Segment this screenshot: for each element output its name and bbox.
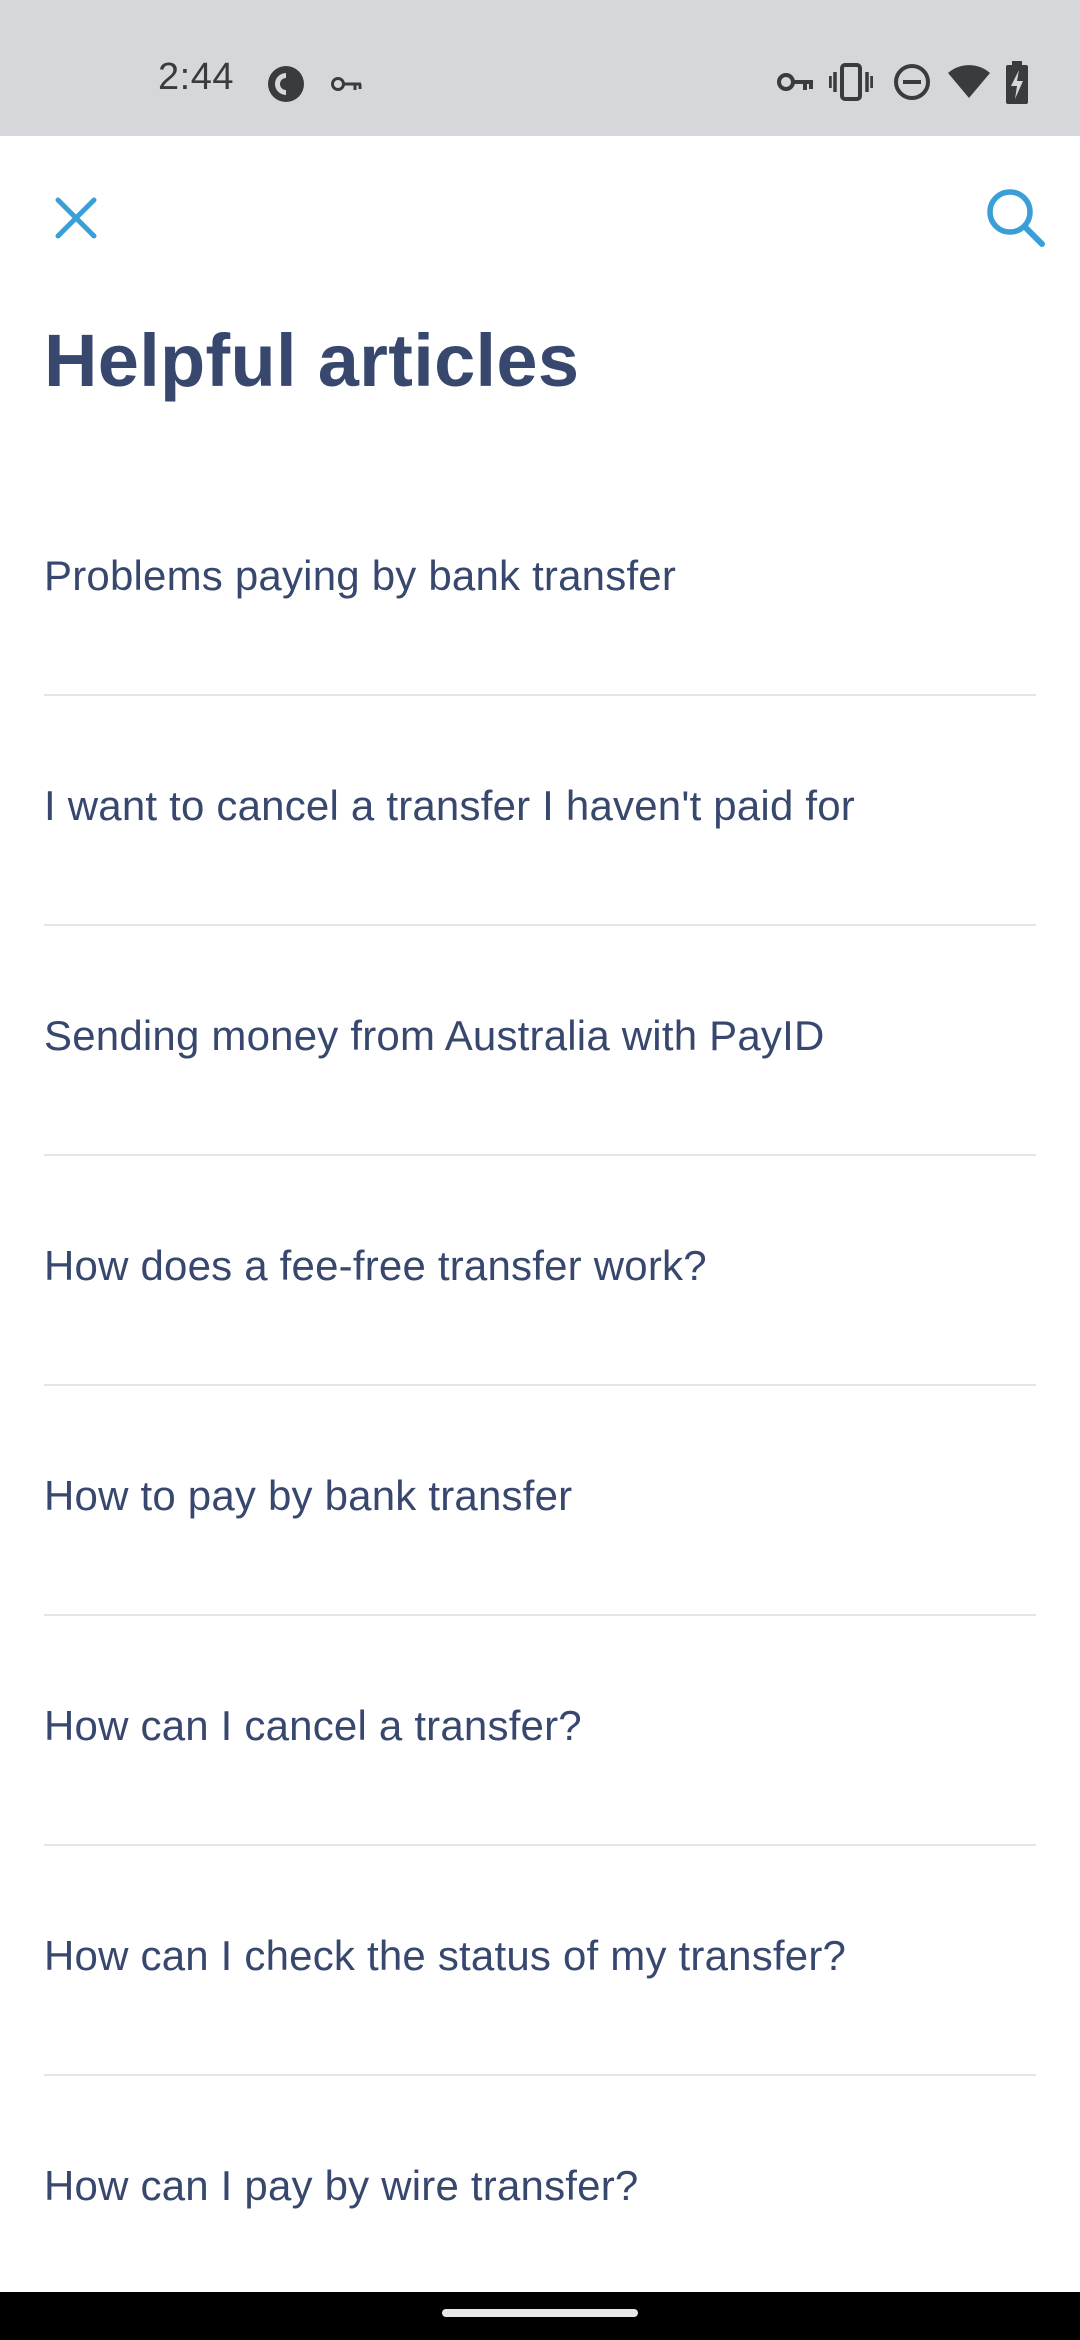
- article-item[interactable]: How to pay by bank transfer: [44, 1386, 1036, 1616]
- search-button[interactable]: [978, 180, 1054, 256]
- search-icon: [986, 188, 1046, 248]
- article-label: I want to cancel a transfer I haven't pa…: [44, 782, 855, 829]
- article-label: How can I check the status of my transfe…: [44, 1932, 847, 1979]
- article-item[interactable]: Problems paying by bank transfer: [44, 466, 1036, 696]
- article-item[interactable]: How can I pay by wire transfer?: [44, 2076, 1036, 2306]
- home-indicator[interactable]: [442, 2309, 638, 2317]
- help-articles-screen: Helpful articles Problems paying by bank…: [0, 136, 1080, 2306]
- article-item[interactable]: I want to cancel a transfer I haven't pa…: [44, 696, 1036, 926]
- article-item[interactable]: Sending money from Australia with PayID: [44, 926, 1036, 1156]
- close-icon: [54, 196, 98, 240]
- article-label: Problems paying by bank transfer: [44, 552, 677, 599]
- vpn-key-icon: [776, 66, 816, 98]
- close-button[interactable]: [44, 186, 108, 250]
- status-bar: 2:44: [0, 0, 1080, 136]
- vibrate-icon: [828, 60, 874, 104]
- article-item[interactable]: How can I cancel a transfer?: [44, 1616, 1036, 1846]
- article-label: How can I pay by wire transfer?: [44, 2162, 639, 2209]
- article-label: Sending money from Australia with PayID: [44, 1012, 825, 1059]
- status-time: 2:44: [158, 56, 234, 98]
- do-not-disturb-icon: [892, 62, 932, 102]
- article-label: How can I cancel a transfer?: [44, 1702, 582, 1749]
- article-label: How to pay by bank transfer: [44, 1472, 573, 1519]
- article-item[interactable]: How does a fee-free transfer work?: [44, 1156, 1036, 1386]
- wifi-icon: [946, 62, 992, 102]
- article-label: How does a fee-free transfer work?: [44, 1242, 707, 1289]
- page-title: Helpful articles: [44, 319, 580, 402]
- pocket-casts-icon: [266, 64, 306, 104]
- article-list: Problems paying by bank transfer I want …: [44, 466, 1036, 2306]
- article-item[interactable]: How can I check the status of my transfe…: [44, 1846, 1036, 2076]
- navigation-bar: [0, 2292, 1080, 2340]
- battery-charging-icon: [1004, 60, 1030, 106]
- vpn-key-icon: [330, 72, 364, 96]
